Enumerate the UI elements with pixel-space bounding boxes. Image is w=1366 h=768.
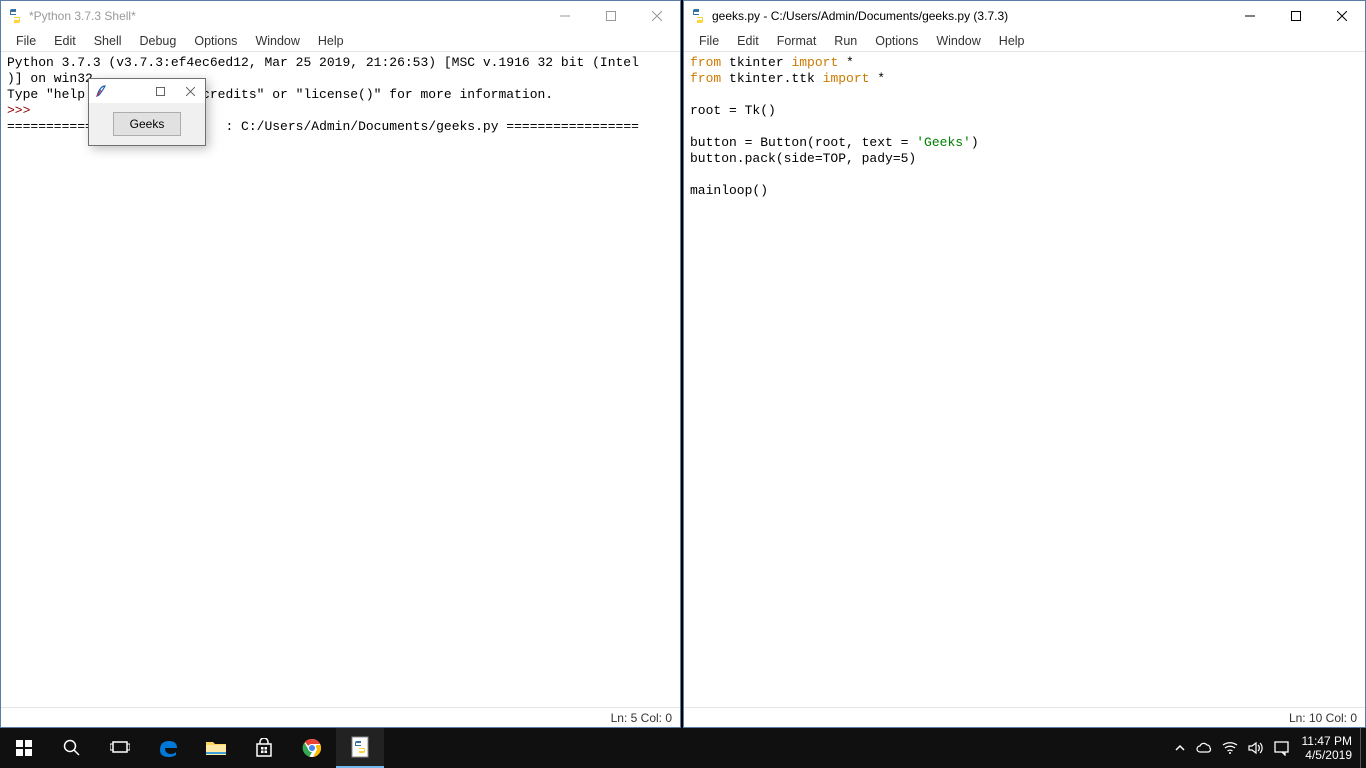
idle-taskbar-icon[interactable] <box>336 728 384 768</box>
shell-line-3a: Type "help <box>7 87 85 102</box>
tk-body: Geeks <box>89 103 205 145</box>
shell-window-controls <box>542 1 680 31</box>
code-text: * <box>869 71 885 86</box>
shell-menubar: File Edit Shell Debug Options Window Hel… <box>1 31 680 52</box>
python-idle-icon <box>7 8 23 24</box>
menu-help[interactable]: Help <box>990 32 1034 50</box>
menu-window[interactable]: Window <box>246 32 308 50</box>
menu-debug[interactable]: Debug <box>131 32 186 50</box>
editor-statusbar: Ln: 10 Col: 0 <box>684 707 1365 727</box>
shell-content[interactable]: Python 3.7.3 (v3.7.3:ef4ec6ed12, Mar 25 … <box>1 52 680 707</box>
start-button[interactable] <box>0 728 48 768</box>
editor-title: geeks.py - C:/Users/Admin/Documents/geek… <box>712 9 1227 23</box>
system-tray: 11:47 PM 4/5/2019 <box>1169 728 1366 768</box>
editor-status-pos: Ln: 10 Col: 0 <box>1289 711 1357 725</box>
tray-chevron-icon[interactable] <box>1169 742 1191 754</box>
tk-titlebar[interactable] <box>89 79 205 103</box>
code-line-7: button.pack(side=TOP, pady=5) <box>690 151 916 166</box>
tray-volume-icon[interactable] <box>1243 741 1269 755</box>
shell-status-pos: Ln: 5 Col: 0 <box>611 711 672 725</box>
tray-clock[interactable]: 11:47 PM 4/5/2019 <box>1294 734 1360 762</box>
taskview-icon[interactable] <box>96 728 144 768</box>
menu-shell[interactable]: Shell <box>85 32 131 50</box>
menu-help[interactable]: Help <box>309 32 353 50</box>
shell-line-3b: "credits" or "license()" for more inform… <box>194 87 553 102</box>
tray-onedrive-icon[interactable] <box>1191 742 1217 754</box>
editor-menubar: File Edit Format Run Options Window Help <box>684 31 1365 52</box>
tray-date: 4/5/2019 <box>1302 748 1352 762</box>
code-line-4: root = Tk() <box>690 103 776 118</box>
code-text: tkinter.ttk <box>721 71 822 86</box>
tk-controls <box>145 80 205 102</box>
minimize-button[interactable] <box>1227 1 1273 31</box>
editor-titlebar[interactable]: geeks.py - C:/Users/Admin/Documents/geek… <box>684 1 1365 31</box>
menu-edit[interactable]: Edit <box>45 32 85 50</box>
tk-maximize-button[interactable] <box>145 80 175 102</box>
python-idle-icon <box>690 8 706 24</box>
menu-run[interactable]: Run <box>825 32 866 50</box>
code-line-9: mainloop() <box>690 183 768 198</box>
close-button[interactable] <box>1319 1 1365 31</box>
shell-statusbar: Ln: 5 Col: 0 <box>1 707 680 727</box>
shell-restart-b: : C:/Users/Admin/Documents/geeks.py ====… <box>225 119 638 134</box>
kw-from: from <box>690 71 721 86</box>
kw-import: import <box>791 55 838 70</box>
code-text: * <box>838 55 854 70</box>
menu-options[interactable]: Options <box>185 32 246 50</box>
kw-import: import <box>823 71 870 86</box>
tk-close-button[interactable] <box>175 80 205 102</box>
shell-prompt: >>> <box>7 103 30 118</box>
shell-titlebar[interactable]: *Python 3.7.3 Shell* <box>1 1 680 31</box>
tkinter-app-window[interactable]: Geeks <box>88 78 206 146</box>
menu-window[interactable]: Window <box>927 32 989 50</box>
store-icon[interactable] <box>240 728 288 768</box>
editor-content[interactable]: from tkinter import * from tkinter.ttk i… <box>684 52 1365 707</box>
shell-line-2: )] on win32 <box>7 71 93 86</box>
kw-from: from <box>690 55 721 70</box>
maximize-button[interactable] <box>588 1 634 31</box>
code-line-6a: button = Button(root, text = <box>690 135 916 150</box>
editor-window: geeks.py - C:/Users/Admin/Documents/geek… <box>683 0 1366 728</box>
shell-line-1: Python 3.7.3 (v3.7.3:ef4ec6ed12, Mar 25 … <box>7 55 639 70</box>
code-line-6b: ) <box>971 135 979 150</box>
maximize-button[interactable] <box>1273 1 1319 31</box>
menu-format[interactable]: Format <box>768 32 826 50</box>
menu-edit[interactable]: Edit <box>728 32 768 50</box>
taskbar: 11:47 PM 4/5/2019 <box>0 728 1366 768</box>
search-icon[interactable] <box>48 728 96 768</box>
geeks-button[interactable]: Geeks <box>113 112 182 136</box>
string-literal: 'Geeks' <box>916 135 971 150</box>
show-desktop-button[interactable] <box>1360 728 1366 768</box>
tray-time: 11:47 PM <box>1302 734 1352 748</box>
close-button[interactable] <box>634 1 680 31</box>
menu-file[interactable]: File <box>690 32 728 50</box>
chrome-icon[interactable] <box>288 728 336 768</box>
code-text: tkinter <box>721 55 791 70</box>
tk-feather-icon <box>93 83 109 99</box>
edge-icon[interactable] <box>144 728 192 768</box>
tray-notifications-icon[interactable] <box>1269 741 1294 756</box>
menu-file[interactable]: File <box>7 32 45 50</box>
tray-wifi-icon[interactable] <box>1217 741 1243 755</box>
menu-options[interactable]: Options <box>866 32 927 50</box>
minimize-button[interactable] <box>542 1 588 31</box>
shell-title: *Python 3.7.3 Shell* <box>29 9 542 23</box>
editor-window-controls <box>1227 1 1365 31</box>
file-explorer-icon[interactable] <box>192 728 240 768</box>
